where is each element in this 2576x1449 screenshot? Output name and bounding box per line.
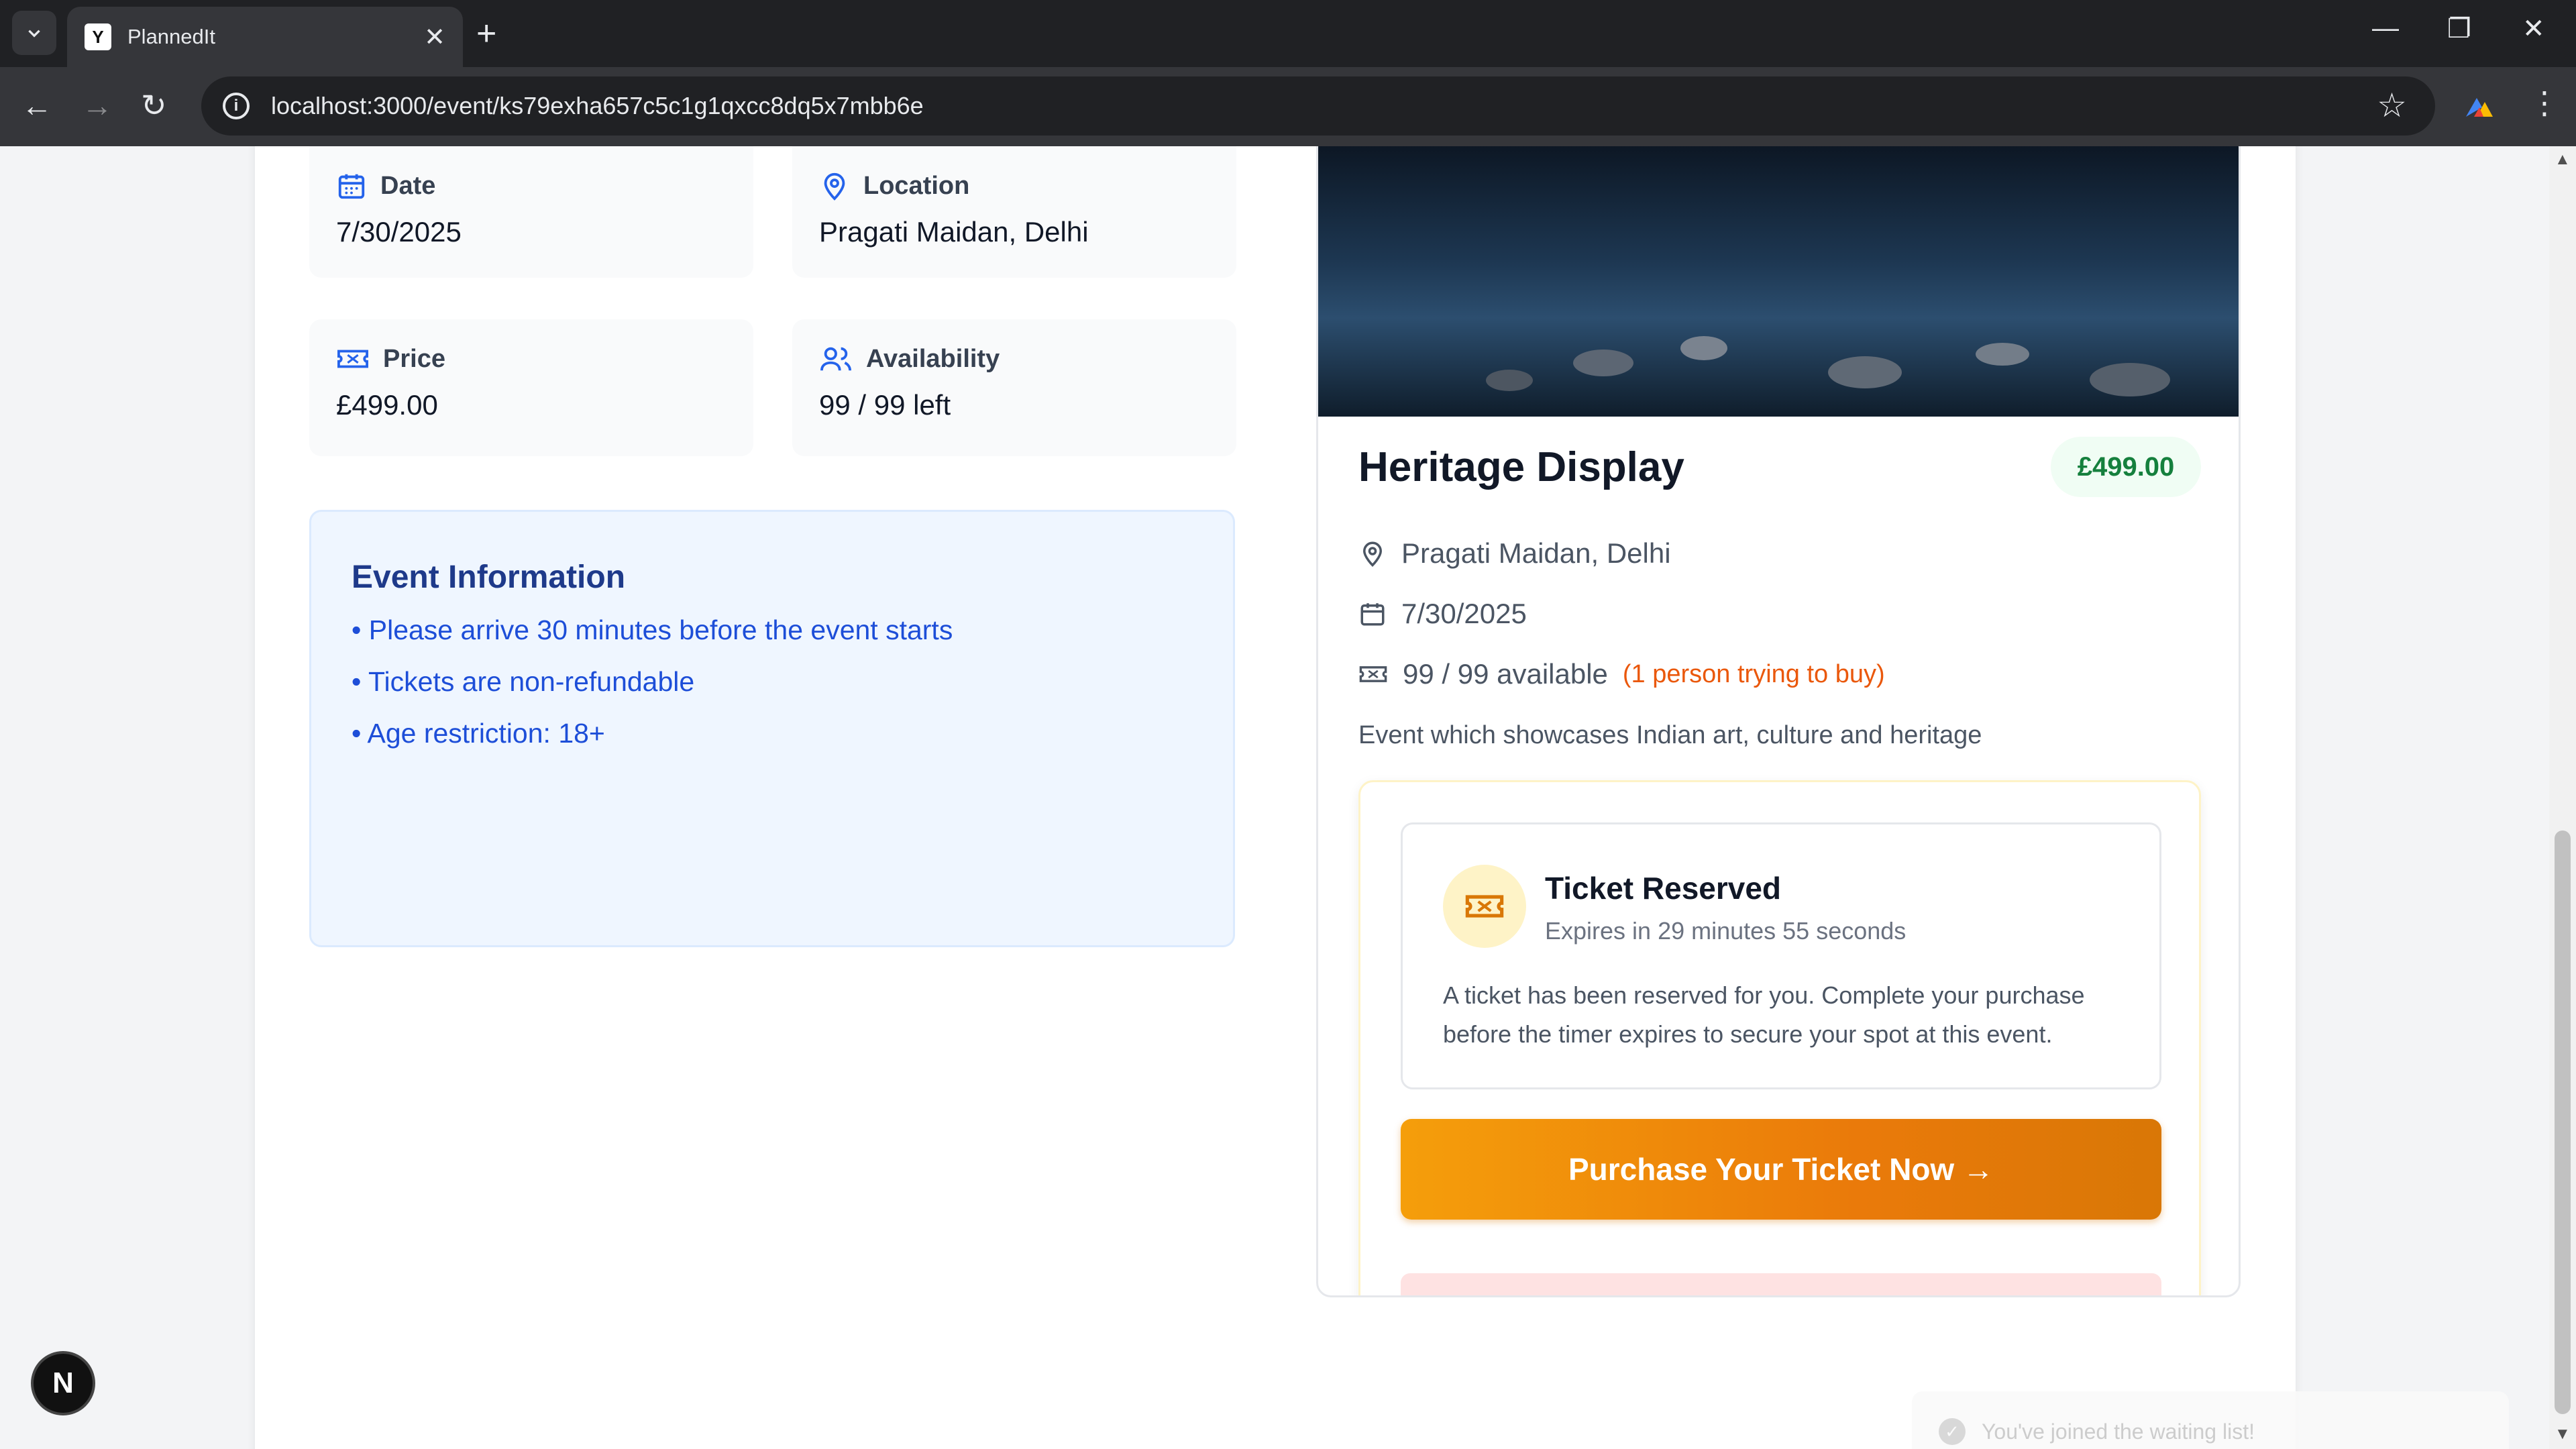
location-value: Pragati Maidan, Delhi (819, 216, 1089, 248)
ticket-icon (337, 350, 368, 368)
users-icon (820, 347, 851, 371)
reservation-message: A ticket has been reserved for you. Comp… (1443, 981, 2085, 1048)
event-card: Heritage Display £499.00 Pragati Maidan,… (1316, 146, 2241, 1297)
new-tab-icon[interactable]: + (476, 15, 496, 52)
circle-x-icon (1640, 1293, 1666, 1297)
url-text[interactable]: localhost:3000/event/ks79exha657c5c1g1qx… (271, 92, 924, 120)
price-label: Price (383, 344, 445, 373)
minimize-icon[interactable]: — (2372, 13, 2399, 44)
map-pin-icon (1362, 541, 1383, 567)
ticket-reservation-panel: Ticket Reserved Expires in 29 minutes 55… (1358, 780, 2201, 1297)
browser-menu-icon[interactable]: ⋮ (2529, 85, 2560, 121)
close-tab-icon[interactable]: ✕ (424, 22, 445, 52)
reload-icon[interactable]: ↻ (141, 87, 167, 123)
reservation-info-box: Ticket Reserved Expires in 29 minutes 55… (1401, 822, 2161, 1089)
bookmark-star-icon[interactable]: ☆ (2377, 86, 2407, 125)
reservation-title: Ticket Reserved (1545, 871, 1782, 906)
ticket-badge (1443, 865, 1526, 948)
favicon-icon: Y (85, 23, 111, 50)
price-box: Price £499.00 (309, 319, 753, 456)
price-value: £499.00 (336, 389, 438, 421)
address-bar[interactable]: i localhost:3000/event/ks79exha657c5c1g1… (201, 76, 2435, 136)
availability-box: Availability 99 / 99 left (792, 319, 1236, 456)
calendar-icon (1360, 603, 1385, 626)
trying-to-buy-note: (1 person trying to buy) (1622, 659, 1885, 688)
chevron-down-icon (28, 30, 40, 38)
event-information-box: Event Information • Please arrive 30 min… (309, 510, 1235, 947)
forward-icon[interactable]: → (82, 87, 113, 123)
date-box: Date 7/30/2025 (309, 146, 753, 278)
event-description: Event which showcases Indian art, cultur… (1358, 721, 1982, 749)
event-location: Pragati Maidan, Delhi (1401, 537, 1671, 569)
location-label: Location (863, 171, 970, 200)
event-date: 7/30/2025 (1401, 598, 1527, 629)
nextjs-dev-badge[interactable]: N (31, 1351, 95, 1415)
scroll-up-icon[interactable]: ▲ (2555, 150, 2571, 169)
event-availability-row: 99 / 99 available (1 person trying to bu… (1358, 658, 1885, 690)
calendar-icon (338, 174, 365, 199)
event-title: Heritage Display (1358, 444, 1684, 490)
toast-text: You've joined the waiting list! (1982, 1419, 2255, 1444)
release-ticket-label: Release Ticket Offer (1680, 1292, 1923, 1296)
location-box: Location Pragati Maidan, Delhi (792, 146, 1236, 278)
map-pin-icon (824, 172, 845, 201)
list-item: • Tickets are non-refundable (352, 666, 695, 697)
restore-icon[interactable]: ❐ (2447, 13, 2471, 44)
browser-toolbar: ← → ↻ i localhost:3000/event/ks79exha657… (0, 67, 2576, 146)
waiting-list-toast: ✓ You've joined the waiting list! (1912, 1391, 2509, 1449)
extension-icon[interactable] (2463, 90, 2496, 122)
availability-value: 99 / 99 left (819, 389, 951, 421)
price-badge: £499.00 (2051, 437, 2201, 497)
window-close-icon[interactable]: ✕ (2522, 13, 2545, 44)
page-scrollbar[interactable]: ▲ ▼ (2549, 146, 2576, 1449)
tab-search-button[interactable] (12, 11, 56, 55)
tab-title: PlannedIt (127, 25, 215, 48)
release-ticket-button[interactable]: Release Ticket Offer (1401, 1273, 2161, 1297)
event-location-row: Pragati Maidan, Delhi (1358, 537, 1671, 570)
purchase-ticket-button[interactable]: Purchase Your Ticket Now → (1401, 1119, 2161, 1220)
list-item: • Please arrive 30 minutes before the ev… (352, 614, 953, 645)
availability-label: Availability (866, 344, 1000, 373)
date-label: Date (380, 171, 436, 200)
scroll-thumb[interactable] (2555, 830, 2571, 1414)
browser-tabbar: Y PlannedIt ✕ + — ❐ ✕ (0, 0, 2576, 67)
list-item: • Age restriction: 18+ (352, 718, 605, 749)
browser-tab[interactable]: Y PlannedIt ✕ (67, 7, 463, 67)
ticket-icon (1465, 895, 1504, 918)
date-value: 7/30/2025 (336, 216, 462, 248)
event-information-title: Event Information (352, 559, 626, 595)
reservation-countdown: Expires in 29 minutes 55 seconds (1545, 917, 1907, 945)
scroll-down-icon[interactable]: ▼ (2555, 1425, 2571, 1444)
event-information-list: • Please arrive 30 minutes before the ev… (352, 614, 1193, 749)
event-availability: 99 / 99 available (1403, 658, 1608, 690)
check-icon: ✓ (1939, 1418, 1966, 1445)
event-date-row: 7/30/2025 (1358, 598, 1527, 630)
site-info-icon[interactable]: i (223, 93, 250, 119)
event-image (1318, 146, 2239, 417)
back-icon[interactable]: ← (21, 87, 52, 123)
ticket-icon (1359, 666, 1387, 682)
page-viewport: Date 7/30/2025 Location Pragati Maidan, … (0, 146, 2549, 1449)
